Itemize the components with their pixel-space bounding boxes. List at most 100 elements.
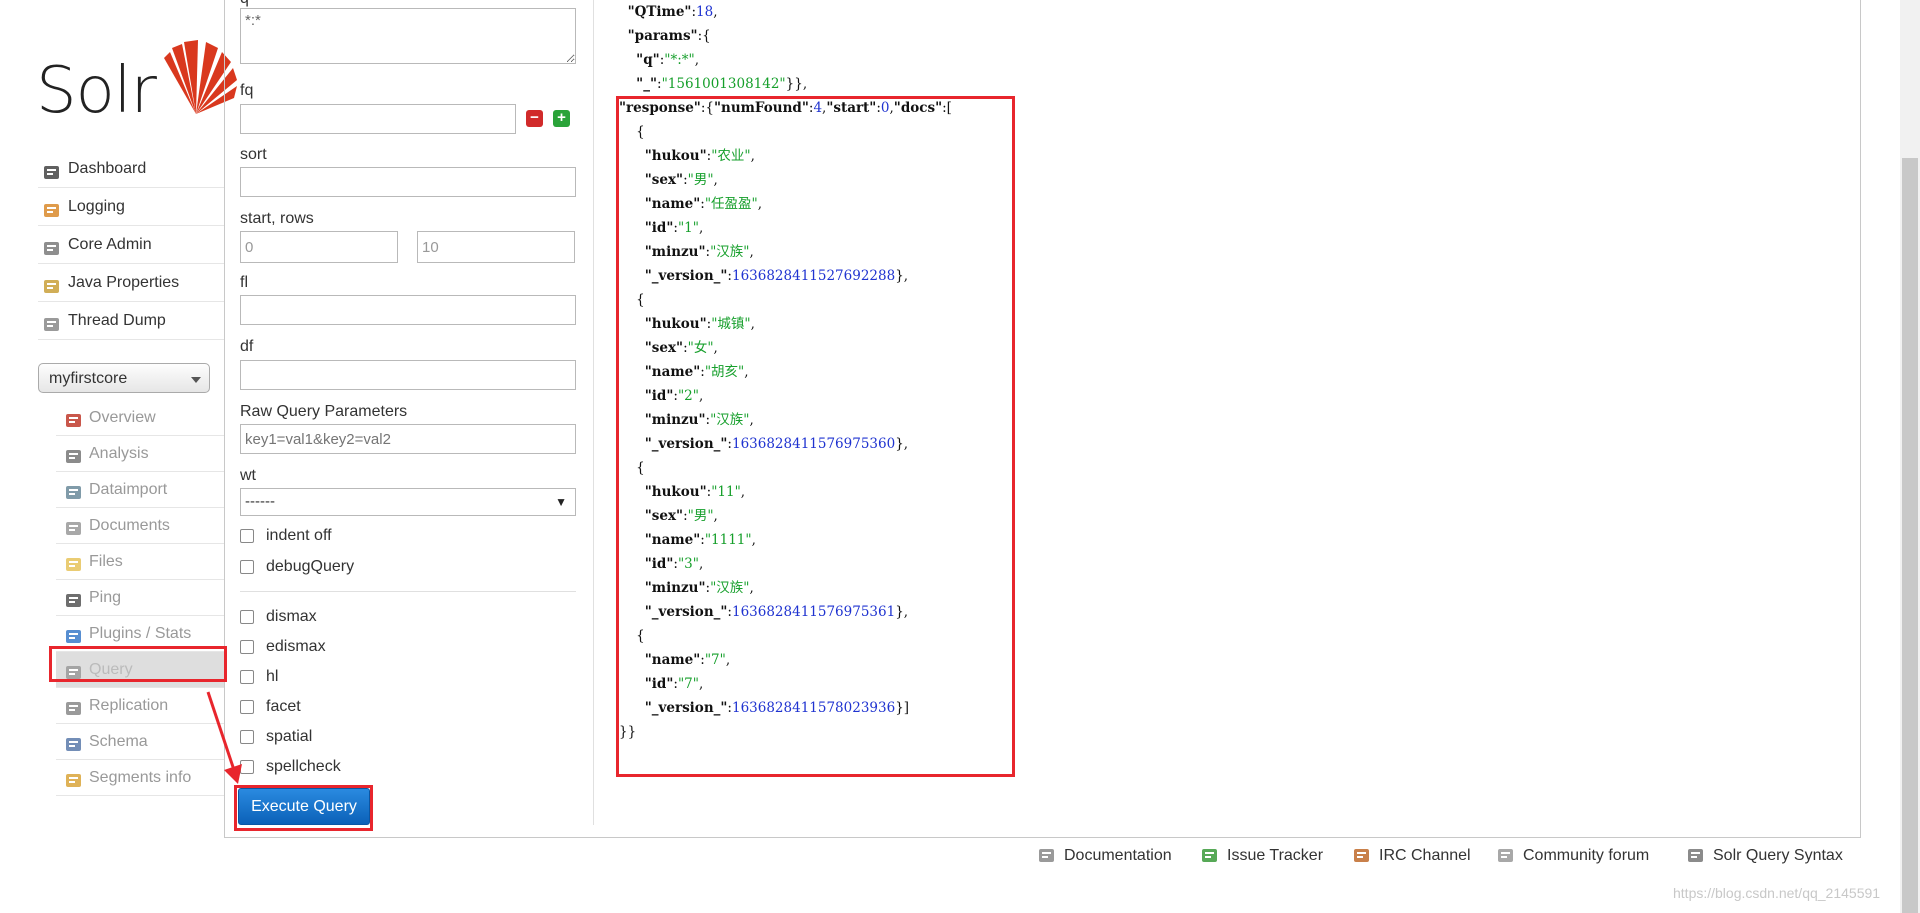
core-nav-item-label: Analysis [89,445,149,462]
solr-logo[interactable]: Solr [36,36,237,128]
response-line: { [619,628,645,644]
response-line: "_version_":1636828411527692288}, [644,268,909,284]
core-selector-value: myfirstcore [49,370,128,387]
response-line: "name":"1111", [644,532,756,548]
indent-checkbox[interactable]: indent off [240,527,332,545]
footer-link-documentation[interactable]: Documentation [1037,846,1172,865]
response-line: "id":"2", [644,388,704,404]
core-nav-item-files[interactable]: Files [56,544,224,580]
core-nav-item-label: Files [89,553,123,570]
response-line: "_version_":1636828411576975361}, [644,604,909,620]
nav-item-logging[interactable]: Logging [38,188,224,226]
df-input[interactable] [240,360,576,390]
fq-input[interactable] [240,104,516,134]
checkbox-box[interactable] [240,640,254,654]
response-line: "hukou":"11", [644,484,746,500]
watermark-text: https://blog.csdn.net/qq_2145591 [1673,885,1881,901]
segments-icon [64,768,83,787]
wt-select-value: ------ [245,493,275,510]
footer-link-solr-query-syntax[interactable]: Solr Query Syntax [1686,846,1843,865]
hl-checkbox[interactable]: hl [240,668,278,686]
nav-item-label: Dashboard [68,160,147,177]
response-line: "hukou":"农业", [644,148,755,164]
footer-link-label: Issue Tracker [1227,846,1324,864]
spatial-checkbox[interactable]: spatial [240,728,312,746]
core-nav-item-label: Dataimport [89,481,168,498]
checkbox-box[interactable] [240,610,254,624]
form-divider [593,0,594,825]
raw-params-label: Raw Query Parameters [240,403,408,420]
wt-select[interactable]: ------ ▼ [240,488,576,516]
sort-label: sort [240,146,267,163]
response-line: "name":"7", [644,652,731,668]
core-nav-item-schema[interactable]: Schema [56,724,224,760]
core-selector[interactable]: myfirstcore [38,363,210,393]
spellcheck-checkbox[interactable]: spellcheck [240,758,341,776]
response-line: "name":"任盈盈", [644,196,763,212]
dismax-label: dismax [266,608,317,625]
nav-item-core-admin[interactable]: Core Admin [38,226,224,264]
footer-link-label: Documentation [1064,846,1172,864]
add-fq-button[interactable]: + [553,110,570,127]
funnel-icon [64,444,83,463]
sort-input[interactable] [240,167,576,197]
start-input[interactable] [240,231,398,263]
footer-link-community-forum[interactable]: Community forum [1496,846,1649,865]
plugins-icon [64,624,83,643]
response-line: { [619,460,645,476]
response-line: "id":"7", [644,676,704,692]
checkbox-box[interactable] [240,560,254,574]
raw-params-input[interactable] [240,424,576,454]
core-nav-item-segments-info[interactable]: Segments info [56,760,224,796]
edismax-checkbox[interactable]: edismax [240,638,326,656]
nav-item-thread-dump[interactable]: Thread Dump [38,302,224,340]
footer-link-issue-tracker[interactable]: Issue Tracker [1200,846,1323,865]
rows-input[interactable] [417,231,575,263]
footer-link-label: Community forum [1523,846,1650,864]
nav-item-dashboard[interactable]: Dashboard [38,150,224,188]
nav-item-java-properties[interactable]: Java Properties [38,264,224,302]
core-nav-item-dataimport[interactable]: Dataimport [56,472,224,508]
annotation-arrow [206,691,242,784]
core-nav-item-label: Overview [89,409,156,426]
dismax-checkbox[interactable]: dismax [240,608,317,626]
scrollbar-thumb[interactable] [1902,158,1918,913]
core-nav-item-documents[interactable]: Documents [56,508,224,544]
response-line: "_":"1561001308142"}}, [636,76,808,92]
fq-label: fq [240,82,254,99]
checkbox-box[interactable] [240,529,254,543]
debug-query-checkbox[interactable]: debugQuery [240,558,354,576]
core-nav-item-label: Segments info [89,769,192,786]
logging-icon [42,197,61,217]
checkbox-box[interactable] [240,670,254,684]
ping-icon [64,588,83,607]
indent-label: indent off [266,527,332,544]
main-nav: Dashboard Logging Core Admin Java Propertie… [38,150,224,340]
response-line: "id":"1", [644,220,704,236]
core-nav-item-label: Documents [89,517,170,534]
response-line: { [619,124,645,140]
response-line: "id":"3", [644,556,704,572]
debug-query-label: debugQuery [266,558,355,575]
wt-label: wt [240,467,256,484]
edismax-label: edismax [266,638,326,655]
footer-link-irc-channel[interactable]: IRC Channel [1352,846,1471,865]
response-line: "params":{ [627,28,711,44]
response-line: "hukou":"城镇", [644,316,755,332]
schema-icon [64,732,83,751]
q-textarea[interactable]: *:* [240,8,576,64]
core-nav-item-replication[interactable]: Replication [56,688,224,724]
fl-input[interactable] [240,295,576,325]
documents-icon [64,516,83,535]
response-line: "sex":"女", [644,340,718,356]
thread-dump-icon [42,311,61,331]
core-nav-item-ping[interactable]: Ping [56,580,224,616]
df-label: df [240,338,254,355]
core-nav-item-analysis[interactable]: Analysis [56,436,224,472]
replication-icon [64,696,83,715]
fl-label: fl [240,274,248,291]
syntax-icon [1686,846,1705,865]
response-line: "QTime":18, [627,4,718,20]
core-nav-item-overview[interactable]: Overview [56,400,224,436]
remove-fq-button[interactable]: − [526,110,543,127]
